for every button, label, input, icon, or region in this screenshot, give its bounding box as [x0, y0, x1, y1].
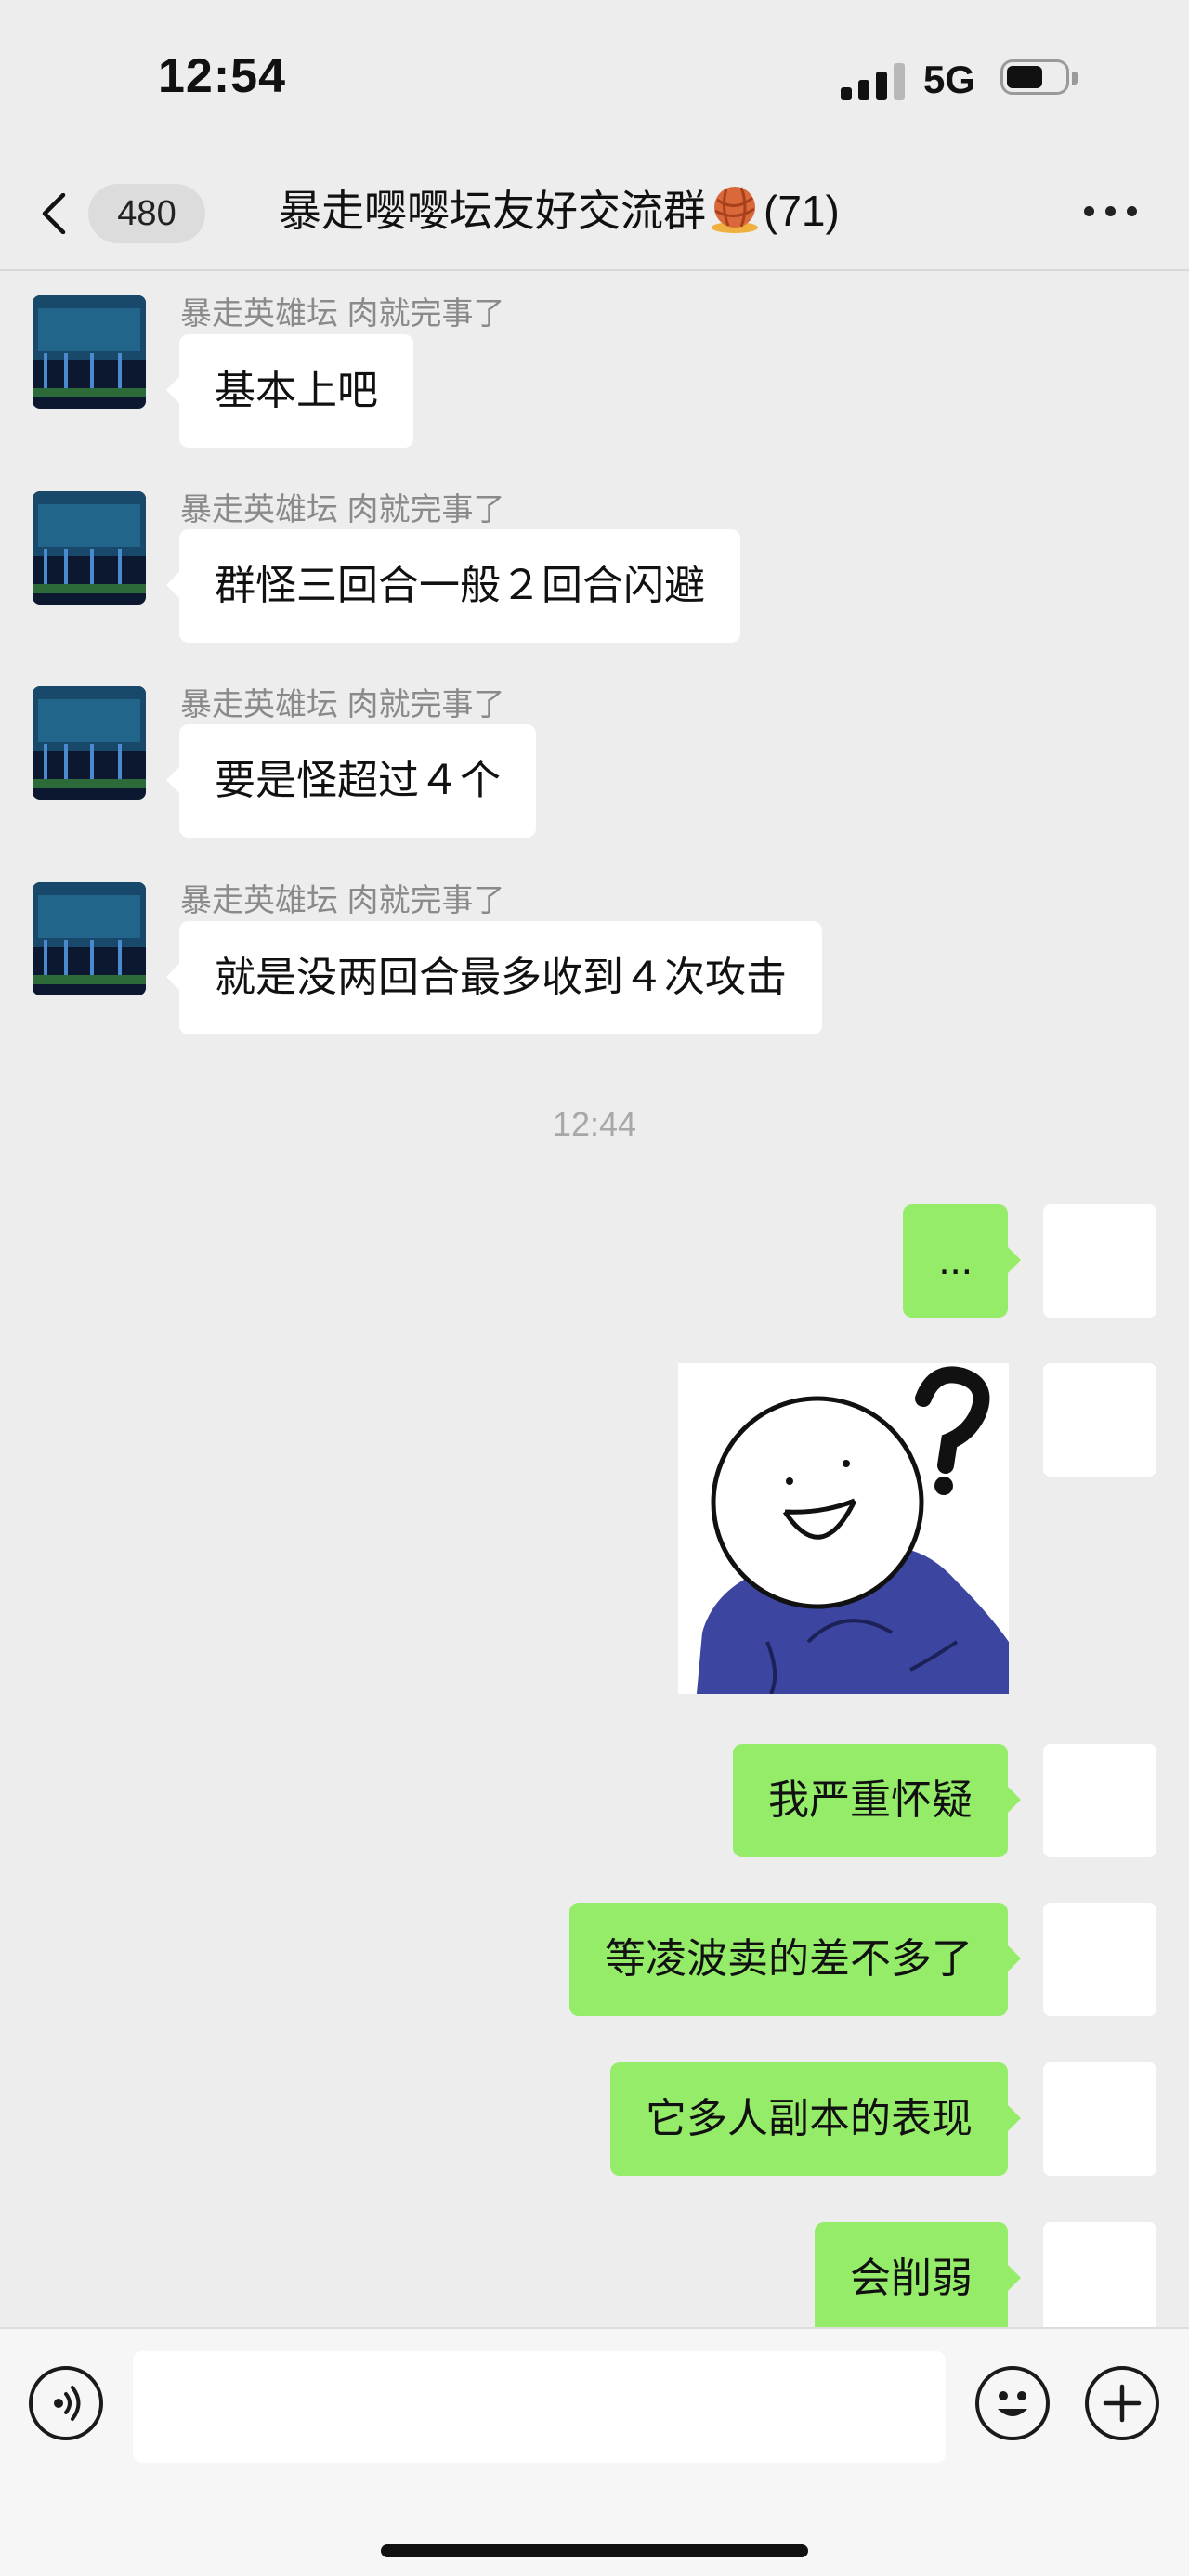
chat-title[interactable]: 暴走嘤嘤坛友好交流群 (71) [279, 178, 929, 243]
message-bubble-incoming[interactable]: 就是没两回合最多收到４次攻击 [166, 921, 822, 1034]
voice-input-button[interactable] [29, 2366, 103, 2440]
unread-count-badge: 480 [88, 184, 205, 243]
message-bubble-outgoing[interactable]: 等凌波卖的差不多了 [569, 1903, 1021, 2016]
self-avatar[interactable] [1043, 2062, 1156, 2176]
self-avatar[interactable] [1043, 2222, 1156, 2327]
message-bubble-incoming[interactable]: 群怪三回合一般２回合闪避 [166, 529, 740, 643]
sender-avatar[interactable] [33, 882, 146, 995]
chat-header: 480 暴走嘤嘤坛友好交流群 (71) [0, 158, 1189, 271]
message-input[interactable] [133, 2351, 946, 2463]
status-bar: 12:54 5G [0, 0, 1189, 158]
sender-name: 暴走英雄坛 肉就完事了 [180, 883, 505, 918]
sender-avatar[interactable] [33, 491, 146, 605]
sender-name: 暴走英雄坛 肉就完事了 [180, 687, 505, 722]
message-list[interactable]: 暴走英雄坛 肉就完事了 基本上吧 暴走英雄坛 肉就完事了 群怪三回合一般２回合闪… [0, 271, 1189, 2327]
message-bubble-outgoing[interactable]: 会削弱 [815, 2222, 1021, 2327]
signal-strength-icon [841, 59, 906, 100]
message-bubble-outgoing[interactable]: 它多人副本的表现 [610, 2062, 1021, 2176]
status-time: 12:54 [158, 49, 286, 103]
voice-icon [54, 2386, 81, 2421]
back-button[interactable]: 480 [37, 182, 214, 243]
message-bubble-outgoing[interactable]: ... [903, 1204, 1021, 1318]
input-bar [0, 2327, 1189, 2576]
message-bubble-incoming[interactable]: 要是怪超过４个 [166, 724, 536, 838]
home-indicator[interactable] [381, 2544, 808, 2557]
chat-title-text: 暴走嘤嘤坛友好交流群 [279, 187, 706, 235]
sticker-message[interactable] [678, 1363, 1009, 1694]
self-avatar[interactable] [1043, 1363, 1156, 1477]
battery-icon [1000, 59, 1078, 98]
message-timestamp: 12:44 [552, 1105, 637, 1143]
sender-avatar[interactable] [33, 295, 146, 409]
message-bubble-incoming[interactable]: 基本上吧 [166, 334, 413, 448]
message-bubble-outgoing[interactable]: 我严重怀疑 [733, 1744, 1021, 1857]
network-type: 5G [923, 58, 976, 101]
yarn-ball-icon [712, 187, 758, 233]
more-options-button[interactable] [1081, 193, 1141, 230]
self-avatar[interactable] [1043, 1744, 1156, 1857]
sender-avatar[interactable] [33, 686, 146, 800]
chevron-left-icon [42, 193, 66, 234]
emoji-icon [998, 2391, 1027, 2416]
sender-name: 暴走英雄坛 肉就完事了 [180, 492, 505, 527]
self-avatar[interactable] [1043, 1903, 1156, 2016]
self-avatar[interactable] [1043, 1204, 1156, 1318]
plus-icon [1103, 2384, 1142, 2423]
member-count: (71) [764, 187, 840, 235]
more-functions-button[interactable] [1085, 2366, 1159, 2440]
sender-name: 暴走英雄坛 肉就完事了 [180, 296, 505, 332]
emoji-button[interactable] [975, 2366, 1050, 2440]
